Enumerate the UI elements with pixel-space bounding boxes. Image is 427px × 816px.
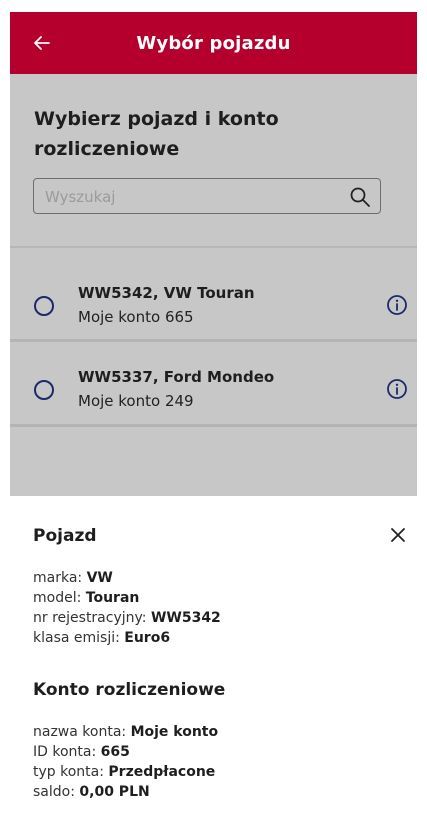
account-title: Konto rozliczeniowe	[33, 680, 226, 700]
section-heading: Wybierz pojazd i konto rozliczeniowe	[34, 108, 279, 160]
search-input[interactable]: Wyszukaj	[33, 178, 381, 214]
vehicle-name: WW5342, VW Touran	[78, 284, 255, 302]
detail-emission-class: klasa emisji: Euro6	[33, 630, 171, 646]
detail-balance: saldo: 0,00 PLN	[33, 784, 150, 800]
close-icon[interactable]	[389, 526, 407, 544]
detail-brand: marka: VW	[33, 570, 113, 586]
vehicle-title: Pojazd	[33, 526, 97, 546]
page-title: Wybór pojazdu	[136, 32, 291, 54]
divider	[10, 246, 417, 248]
vehicle-account: Moje konto 665	[78, 308, 194, 326]
detail-account-id: ID konta: 665	[33, 744, 130, 760]
list-item[interactable]: WW5342, VW Touran Moje konto 665	[10, 272, 417, 338]
vehicle-account: Moje konto 249	[78, 392, 194, 410]
vehicle-radio[interactable]	[34, 380, 54, 400]
info-icon[interactable]	[386, 294, 408, 316]
divider	[10, 424, 417, 427]
back-button[interactable]	[28, 29, 56, 57]
vehicle-details-sheet: Pojazd marka: VW model: Touran nr rejest…	[10, 496, 417, 816]
vehicle-radio[interactable]	[34, 296, 54, 316]
vehicle-name: WW5337, Ford Mondeo	[78, 368, 275, 386]
arrow-left-icon	[34, 36, 50, 50]
app-header: Wybór pojazdu	[10, 12, 417, 74]
detail-registration: nr rejestracyjny: WW5342	[33, 610, 221, 626]
info-icon[interactable]	[386, 378, 408, 400]
vehicle-selection-panel: Wybierz pojazd i konto rozliczeniowe Wys…	[10, 74, 417, 496]
detail-model: model: Touran	[33, 590, 140, 606]
detail-account-name: nazwa konta: Moje konto	[33, 724, 219, 740]
list-item[interactable]: WW5337, Ford Mondeo Moje konto 249	[10, 356, 417, 422]
divider	[10, 339, 417, 342]
detail-account-type: typ konta: Przedpłacone	[33, 764, 216, 780]
search-icon[interactable]	[349, 186, 371, 208]
search-placeholder: Wyszukaj	[45, 188, 116, 206]
